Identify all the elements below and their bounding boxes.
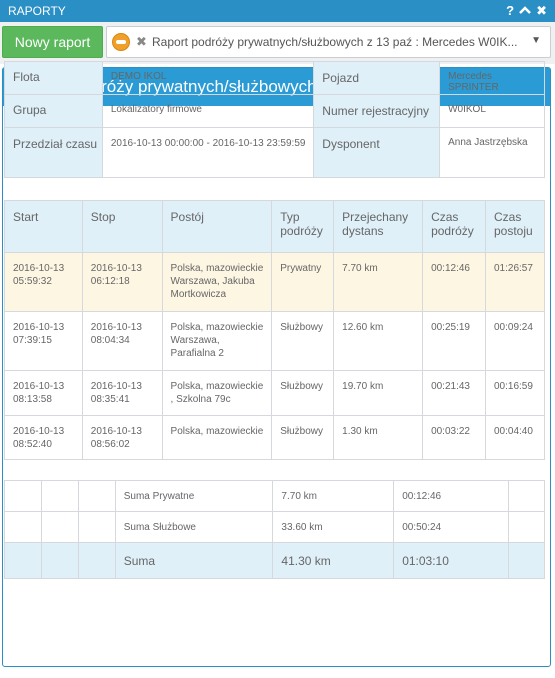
col-header-czas-podrozy[interactable]: Czas podróży	[422, 200, 486, 253]
table-row[interactable]: 2016-10-13 05:59:32 2016-10-13 06:12:18 …	[4, 252, 545, 312]
cell-start: 2016-10-13 05:59:32	[4, 252, 83, 312]
cell-stop: 2016-10-13 08:56:02	[81, 415, 163, 460]
dysponent-label: Dysponent	[313, 127, 441, 178]
trips-table: Start Stop Postój Typ podróży Przejechan…	[4, 200, 545, 460]
report-selector[interactable]: ✖ Raport podróży prywatnych/służbowych z…	[106, 26, 551, 58]
window-titlebar: RAPORTY ? ✖	[0, 0, 555, 22]
cell-czas-postoju: 00:04:40	[485, 415, 545, 460]
help-icon[interactable]: ?	[506, 3, 514, 19]
clear-selection-icon[interactable]: ✖	[136, 34, 147, 50]
toolbar: Nowy raport ✖ Raport podróży prywatnych/…	[0, 22, 555, 64]
col-header-dystans[interactable]: Przejechany dystans	[333, 200, 424, 253]
cell-czas-postoju: 01:26:57	[485, 252, 545, 312]
flota-value: DEMO IKOL	[101, 61, 315, 95]
close-icon[interactable]: ✖	[536, 3, 547, 19]
cell-czas-postoju: 00:09:24	[485, 311, 545, 371]
cell-czas-podrozy: 00:21:43	[422, 370, 486, 416]
cell-typ: Służbowy	[271, 311, 335, 371]
collapse-icon[interactable]	[519, 3, 531, 19]
summary-row-prywatne: Suma Prywatne 7.70 km 00:12:46	[4, 480, 545, 512]
cell-start: 2016-10-13 08:13:58	[4, 370, 83, 416]
pojazd-label: Pojazd	[313, 61, 441, 95]
cell-start: 2016-10-13 08:52:40	[4, 415, 83, 460]
table-row[interactable]: 2016-10-13 08:13:58 2016-10-13 08:35:41 …	[4, 370, 545, 416]
col-header-stop[interactable]: Stop	[81, 200, 163, 253]
grupa-label: Grupa	[4, 94, 103, 128]
report-selector-value: Raport podróży prywatnych/służbowych z 1…	[152, 35, 518, 49]
car-icon	[112, 33, 130, 51]
window-title: RAPORTY	[8, 4, 66, 18]
summary-table: Suma Prywatne 7.70 km 00:12:46 Suma Służ…	[4, 480, 545, 579]
cell-czas-podrozy: 00:03:22	[422, 415, 486, 460]
grupa-value: Lokalizatory firmowe	[101, 94, 315, 128]
cell-czas-postoju: 00:16:59	[485, 370, 545, 416]
sum-total-distance: 41.30 km	[272, 542, 395, 579]
cell-stop: 2016-10-13 06:12:18	[81, 252, 163, 312]
cell-stop: 2016-10-13 08:35:41	[81, 370, 163, 416]
col-header-start[interactable]: Start	[4, 200, 83, 253]
cell-czas-podrozy: 00:12:46	[422, 252, 486, 312]
pojazd-value: Mercedes SPRINTER	[439, 61, 545, 95]
col-header-typ[interactable]: Typ podróży	[271, 200, 335, 253]
sum-prywatne-time: 00:12:46	[393, 480, 510, 512]
cell-typ: Służbowy	[271, 415, 335, 460]
col-header-czas-postoju[interactable]: Czas postoju	[485, 200, 545, 253]
cell-dystans: 12.60 km	[333, 311, 424, 371]
report-info-table: Flota DEMO IKOL Pojazd Mercedes SPRINTER…	[4, 61, 545, 178]
numer-label: Numer rejestracyjny	[313, 94, 441, 128]
cell-postoj: Polska, mazowieckie Warszawa, Parafialna…	[161, 311, 273, 371]
new-report-button[interactable]: Nowy raport	[2, 26, 103, 58]
cell-postoj: Polska, mazowieckie Warszawa, Jakuba Mor…	[161, 252, 273, 312]
cell-stop: 2016-10-13 08:04:34	[81, 311, 163, 371]
sum-sluzbowe-time: 00:50:24	[393, 511, 510, 543]
przedzial-value: 2016-10-13 00:00:00 - 2016-10-13 23:59:5…	[101, 127, 315, 178]
sum-prywatne-label: Suma Prywatne	[114, 480, 274, 512]
window-controls: ? ✖	[506, 3, 547, 19]
sum-sluzbowe-label: Suma Służbowe	[114, 511, 274, 543]
cell-typ: Służbowy	[271, 370, 335, 416]
cell-dystans: 7.70 km	[333, 252, 424, 312]
col-header-postoj[interactable]: Postój	[161, 200, 273, 253]
cell-czas-podrozy: 00:25:19	[422, 311, 486, 371]
cell-dystans: 1.30 km	[333, 415, 424, 460]
sum-total-time: 01:03:10	[393, 542, 510, 579]
flota-label: Flota	[4, 61, 103, 95]
numer-value: W0IKOL	[439, 94, 545, 128]
cell-postoj: Polska, mazowieckie	[161, 415, 273, 460]
cell-dystans: 19.70 km	[333, 370, 424, 416]
summary-row-sluzbowe: Suma Służbowe 33.60 km 00:50:24	[4, 511, 545, 543]
table-row[interactable]: 2016-10-13 08:52:40 2016-10-13 08:56:02 …	[4, 415, 545, 460]
chevron-down-icon[interactable]: ▼	[531, 35, 541, 46]
cell-postoj: Polska, mazowieckie , Szkolna 79c	[161, 370, 273, 416]
summary-row-total: Suma 41.30 km 01:03:10	[4, 542, 545, 579]
sum-prywatne-distance: 7.70 km	[272, 480, 395, 512]
dysponent-value: Anna Jastrzębska	[439, 127, 545, 178]
sum-total-label: Suma	[114, 542, 274, 579]
cell-start: 2016-10-13 07:39:15	[4, 311, 83, 371]
trips-header-row: Start Stop Postój Typ podróży Przejechan…	[4, 200, 545, 253]
table-row[interactable]: 2016-10-13 07:39:15 2016-10-13 08:04:34 …	[4, 311, 545, 371]
przedzial-label: Przedział czasu	[4, 127, 103, 178]
cell-typ: Prywatny	[271, 252, 335, 312]
sum-sluzbowe-distance: 33.60 km	[272, 511, 395, 543]
